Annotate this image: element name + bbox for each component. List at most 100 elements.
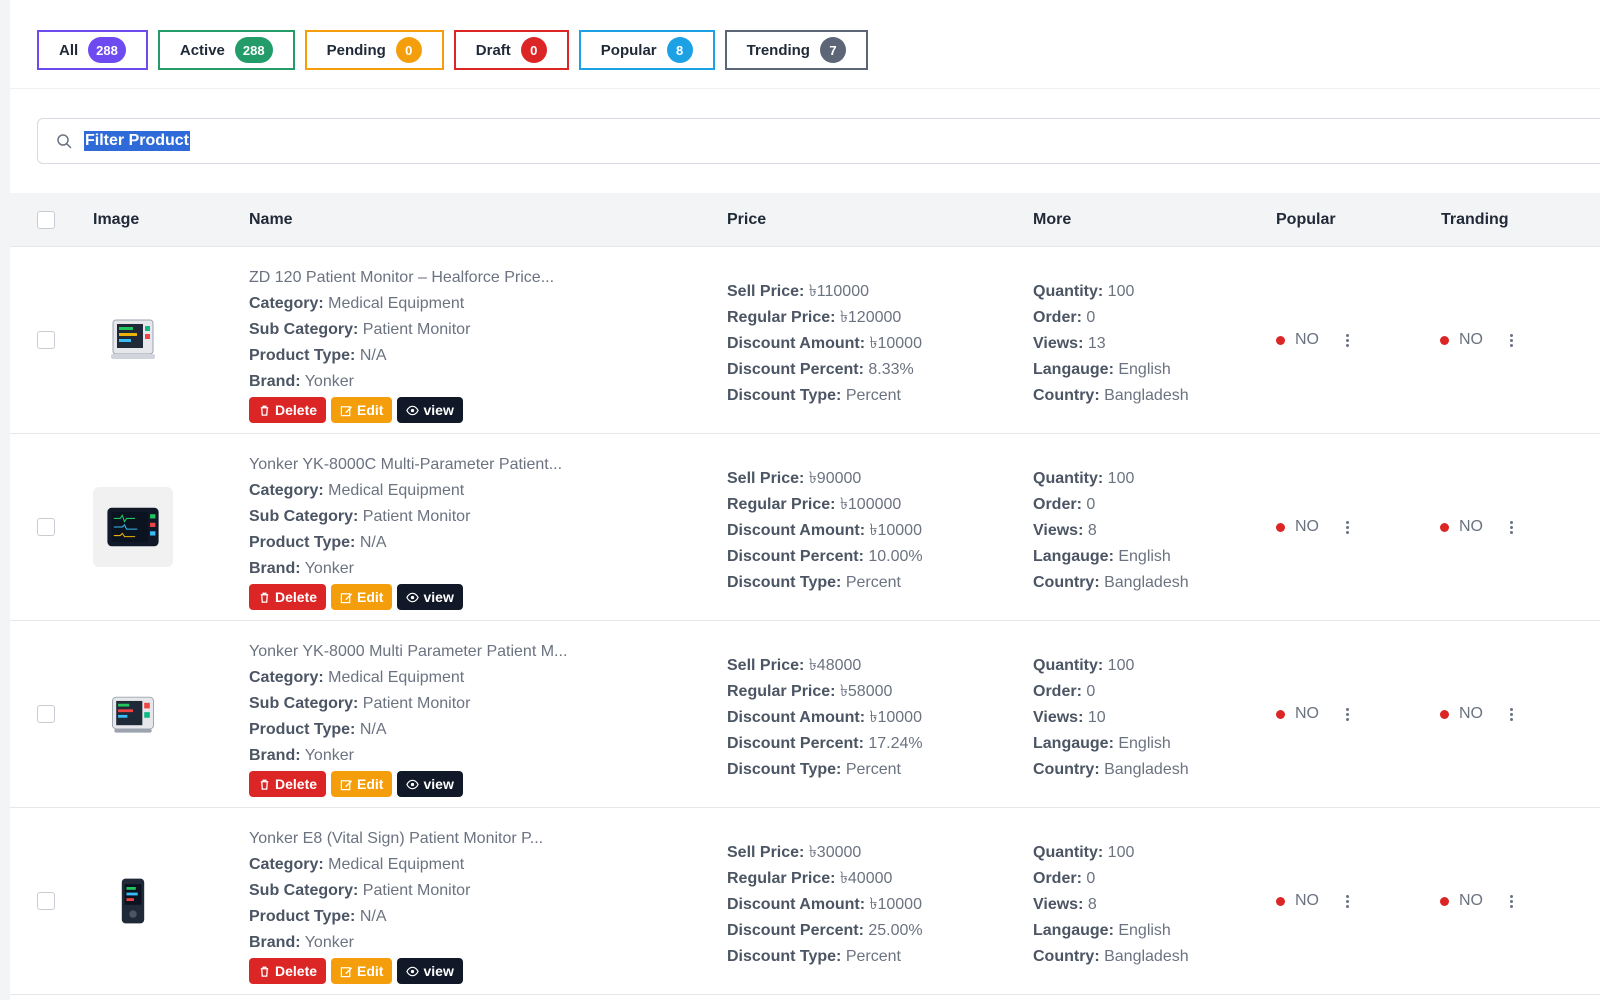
product-title[interactable]: ZD 120 Patient Monitor – Healforce Price… [249, 265, 689, 291]
count-badge: 288 [88, 37, 126, 63]
view-button[interactable]: view [397, 397, 463, 423]
product-image[interactable] [93, 300, 173, 380]
quantity-value: 100 [1107, 283, 1135, 300]
product-image[interactable] [93, 487, 173, 567]
sub-category-value: Patient Monitor [362, 321, 471, 338]
tab-popular[interactable]: Popular 8 [578, 30, 715, 70]
product-type-label: Product Type: [249, 908, 356, 925]
product-title[interactable]: Yonker YK-8000C Multi-Parameter Patient.… [249, 452, 689, 478]
trending-status: NO [1440, 890, 1517, 912]
popular-menu-kebab-icon[interactable] [1341, 705, 1353, 723]
button-label: Edit [357, 589, 384, 605]
language-label: Langauge: [1033, 922, 1114, 939]
delete-button[interactable]: Delete [249, 397, 327, 423]
count-badge: 8 [666, 37, 693, 63]
column-popular: Popular [1276, 211, 1336, 228]
language-label: Langauge: [1033, 548, 1114, 565]
row-checkbox[interactable] [37, 331, 55, 349]
category-value: Medical Equipment [328, 856, 465, 873]
row-checkbox[interactable] [37, 705, 55, 723]
order-value: 0 [1086, 309, 1096, 326]
discount-type-label: Discount Type: [727, 387, 842, 404]
product-title[interactable]: Yonker YK-8000 Multi Parameter Patient M… [249, 639, 689, 665]
column-image: Image [93, 211, 140, 228]
trending-menu-kebab-icon[interactable] [1505, 705, 1517, 723]
language-label: Langauge: [1033, 361, 1114, 378]
status-dot-icon [1440, 896, 1449, 906]
status-dot-icon [1440, 522, 1449, 532]
popular-menu-kebab-icon[interactable] [1341, 518, 1353, 536]
tab-pending[interactable]: Pending 0 [304, 30, 444, 70]
sub-category-label: Sub Category: [249, 695, 359, 712]
edit-button[interactable]: Edit [331, 584, 393, 610]
category-label: Category: [249, 669, 324, 686]
category-label: Category: [249, 856, 324, 873]
edit-button[interactable]: Edit [331, 958, 393, 984]
product-title[interactable]: Yonker E8 (Vital Sign) Patient Monitor P… [249, 826, 689, 852]
views-value: 8 [1087, 522, 1097, 539]
discount-amount-value: ৳10000 [869, 335, 922, 352]
language-value: English [1118, 735, 1171, 752]
discount-percent-value: 25.00% [868, 922, 923, 939]
edit-button[interactable]: Edit [331, 397, 393, 423]
patient-monitor-image [121, 878, 145, 924]
popular-status: NO [1276, 890, 1353, 912]
eye-icon [406, 405, 420, 415]
sell-price-value: ৳90000 [808, 470, 862, 487]
row-checkbox[interactable] [37, 518, 55, 536]
language-value: English [1118, 548, 1171, 565]
button-label: view [423, 776, 454, 792]
button-label: view [423, 589, 454, 605]
delete-button[interactable]: Delete [249, 958, 327, 984]
count-badge: 0 [395, 37, 422, 63]
trending-value: NO [1459, 331, 1483, 348]
discount-percent-value: 10.00% [868, 548, 923, 565]
count-badge: 7 [819, 37, 846, 63]
order-label: Order: [1033, 496, 1082, 513]
button-label: Delete [275, 776, 318, 792]
discount-type-value: Percent [845, 948, 901, 965]
tab-label: All [59, 41, 79, 59]
product-image[interactable] [93, 861, 173, 941]
sell-price-value: ৳48000 [808, 657, 862, 674]
trending-menu-kebab-icon[interactable] [1505, 331, 1517, 349]
order-value: 0 [1086, 496, 1096, 513]
edit-icon [340, 966, 353, 977]
order-label: Order: [1033, 683, 1082, 700]
sub-category-value: Patient Monitor [362, 508, 471, 525]
table-row: Yonker E8 (Vital Sign) Patient Monitor P… [10, 808, 1600, 995]
view-button[interactable]: view [397, 584, 463, 610]
views-label: Views: [1033, 335, 1084, 352]
select-all-checkbox[interactable] [37, 211, 55, 229]
category-label: Category: [249, 482, 324, 499]
tab-all[interactable]: All 288 [37, 30, 148, 70]
discount-percent-label: Discount Percent: [727, 548, 864, 565]
quantity-value: 100 [1107, 844, 1135, 861]
trending-value: NO [1459, 892, 1483, 909]
trending-value: NO [1459, 518, 1483, 535]
brand-label: Brand: [249, 747, 301, 764]
views-label: Views: [1033, 522, 1084, 539]
edit-button[interactable]: Edit [331, 771, 393, 797]
eye-icon [406, 779, 420, 789]
product-type-value: N/A [359, 347, 387, 364]
delete-button[interactable]: Delete [249, 771, 327, 797]
tab-trending[interactable]: Trending 7 [724, 30, 868, 70]
popular-menu-kebab-icon[interactable] [1341, 892, 1353, 910]
popular-menu-kebab-icon[interactable] [1341, 331, 1353, 349]
brand-value: Yonker [304, 560, 354, 577]
product-image[interactable] [93, 674, 173, 754]
language-value: English [1118, 361, 1171, 378]
view-button[interactable]: view [397, 958, 463, 984]
delete-button[interactable]: Delete [249, 584, 327, 610]
tab-active[interactable]: Active 288 [157, 30, 295, 70]
search-input[interactable]: Filter Product [37, 118, 1600, 164]
order-value: 0 [1086, 870, 1096, 887]
view-button[interactable]: view [397, 771, 463, 797]
tab-draft[interactable]: Draft 0 [453, 30, 569, 70]
language-value: English [1118, 922, 1171, 939]
trending-menu-kebab-icon[interactable] [1505, 518, 1517, 536]
trash-icon [260, 405, 269, 416]
row-checkbox[interactable] [37, 892, 55, 910]
trending-menu-kebab-icon[interactable] [1505, 892, 1517, 910]
